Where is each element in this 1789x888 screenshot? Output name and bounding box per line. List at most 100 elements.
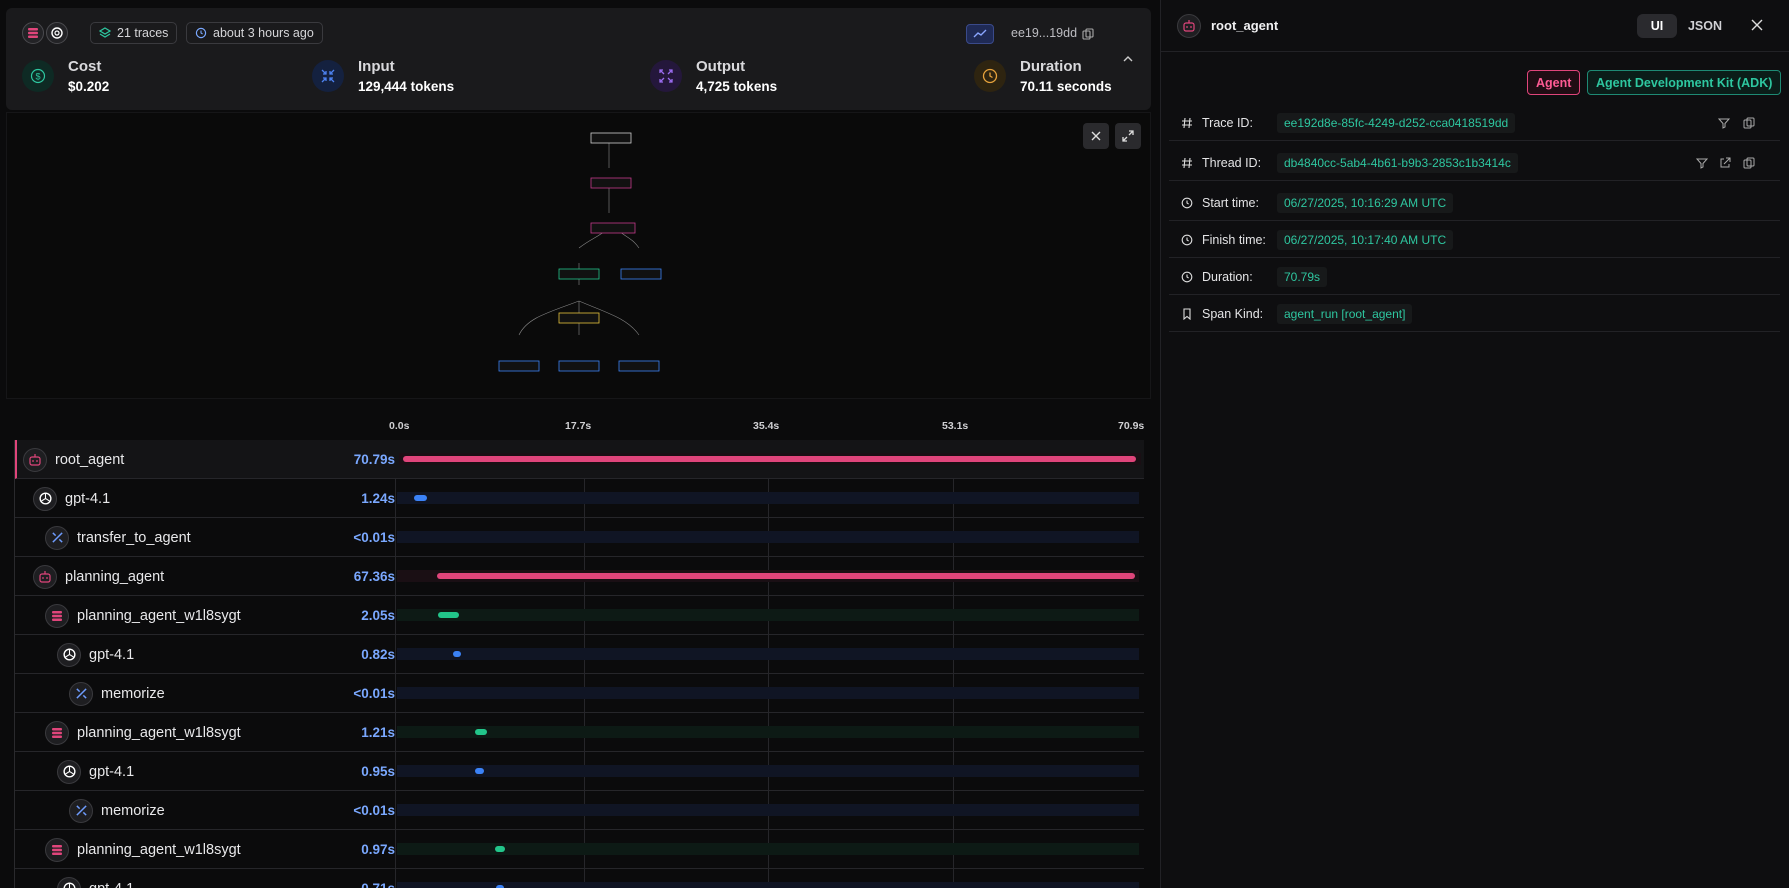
attribute-value[interactable]: agent_run [root_agent] bbox=[1277, 304, 1413, 324]
span-track bbox=[397, 531, 1139, 543]
span-duration: <0.01s bbox=[353, 530, 395, 545]
attribute-value[interactable]: 70.79s bbox=[1277, 267, 1328, 287]
attribute-row: Duration: 70.79s bbox=[1169, 258, 1780, 295]
expand-graph-button[interactable] bbox=[1115, 123, 1141, 149]
copy-trace-id-icon[interactable] bbox=[1082, 27, 1096, 41]
span-row[interactable]: root_agent 70.79s bbox=[15, 440, 1144, 479]
attribute-key-label: Span Kind: bbox=[1202, 306, 1264, 321]
attribute-value[interactable]: ee192d8e-85fc-4249-d252-cca0418519dd bbox=[1277, 113, 1516, 133]
flow-graph-canvas bbox=[498, 132, 662, 372]
tick-label: 35.4s bbox=[753, 420, 780, 432]
duration-unit: seconds bbox=[1056, 79, 1112, 94]
span-name: transfer_to_agent bbox=[77, 529, 191, 546]
span-row[interactable]: gpt-4.1 1.24s bbox=[15, 479, 1144, 518]
span-track bbox=[397, 843, 1139, 855]
span-name-cell: planning_agent_w1l8sygt bbox=[45, 596, 241, 635]
attribute-key-label: Thread ID: bbox=[1202, 155, 1262, 170]
filter-icon[interactable] bbox=[1716, 115, 1732, 131]
span-duration: <0.01s bbox=[353, 803, 395, 818]
span-name-cell: gpt-4.1 bbox=[33, 479, 110, 518]
close-panel-button[interactable] bbox=[1751, 18, 1767, 34]
openai-logo-icon bbox=[46, 22, 68, 44]
filter-icon[interactable] bbox=[1694, 155, 1710, 171]
dollar-icon: $ bbox=[22, 60, 54, 92]
bookmark-icon bbox=[1181, 307, 1193, 320]
output-unit: tokens bbox=[733, 79, 778, 94]
open-link-icon[interactable] bbox=[1717, 155, 1733, 171]
tick-label: 17.7s bbox=[565, 420, 592, 432]
span-name: gpt-4.1 bbox=[89, 763, 135, 780]
framework-badge: Agent Development Kit (ADK) bbox=[1587, 70, 1782, 95]
span-bar[interactable] bbox=[495, 846, 506, 852]
output-value: 4,725 bbox=[696, 79, 730, 94]
agent-icon bbox=[1177, 14, 1201, 38]
input-label: Input bbox=[358, 58, 395, 75]
input-value: 129,444 bbox=[358, 79, 407, 94]
span-name-cell: root_agent bbox=[23, 440, 124, 479]
span-row[interactable]: planning_agent 67.36s bbox=[15, 557, 1144, 596]
span-row[interactable]: memorize <0.01s bbox=[15, 791, 1144, 830]
trace-id-short: ee19...19dd bbox=[1011, 26, 1078, 40]
clock-icon bbox=[1181, 234, 1193, 246]
span-bar[interactable] bbox=[403, 456, 1136, 462]
span-bar[interactable] bbox=[474, 729, 488, 735]
span-bar[interactable] bbox=[474, 768, 485, 774]
hash-icon bbox=[1181, 157, 1193, 169]
span-title: root_agent bbox=[1211, 18, 1279, 33]
clock-icon bbox=[1181, 271, 1193, 283]
trace-summary-header: 21 traces about 3 hours ago ee19...19dd … bbox=[6, 8, 1151, 110]
trace-time-chip: about 3 hours ago bbox=[186, 22, 323, 44]
tool-icon bbox=[45, 525, 69, 550]
span-name-cell: gpt-4.1 bbox=[57, 869, 134, 888]
span-row[interactable]: gpt-4.1 0.95s bbox=[15, 752, 1144, 791]
span-track bbox=[397, 726, 1139, 738]
duration-value: 70.11 bbox=[1020, 79, 1054, 94]
span-name: memorize bbox=[101, 802, 165, 819]
span-bar[interactable] bbox=[452, 651, 462, 657]
span-detail-header: root_agent UI JSON bbox=[1161, 0, 1789, 52]
trace-flow-graph[interactable] bbox=[6, 112, 1151, 399]
cost-label: Cost bbox=[68, 58, 102, 75]
crewai-icon bbox=[45, 720, 69, 745]
span-row[interactable]: planning_agent_w1l8sygt 2.05s bbox=[15, 596, 1144, 635]
tick-label: 53.1s bbox=[942, 420, 969, 432]
span-row[interactable]: planning_agent_w1l8sygt 0.97s bbox=[15, 830, 1144, 869]
output-label: Output bbox=[696, 58, 746, 75]
span-row[interactable]: memorize <0.01s bbox=[15, 674, 1144, 713]
attribute-value[interactable]: 06/27/2025, 10:17:40 AM UTC bbox=[1277, 230, 1454, 250]
attribute-row: Trace ID: ee192d8e-85fc-4249-d252-cca0418… bbox=[1169, 104, 1780, 141]
span-bar[interactable] bbox=[437, 573, 1135, 579]
traces-count-chip[interactable]: 21 traces bbox=[90, 22, 178, 44]
attribute-value[interactable]: 06/27/2025, 10:16:29 AM UTC bbox=[1277, 193, 1454, 213]
collapse-header-chevron-icon[interactable] bbox=[1122, 52, 1138, 68]
span-row[interactable]: planning_agent_w1l8sygt 1.21s bbox=[15, 713, 1144, 752]
span-name: root_agent bbox=[55, 451, 125, 468]
attribute-value[interactable]: db4840cc-5ab4-4b61-b9b3-2853c1b3414c bbox=[1277, 153, 1518, 173]
clock-icon bbox=[1181, 197, 1193, 209]
clock-icon bbox=[195, 27, 207, 39]
trace-graph-toggle-button[interactable] bbox=[966, 24, 994, 44]
input-unit: tokens bbox=[410, 79, 455, 94]
trace-time-label: about 3 hours ago bbox=[213, 26, 314, 40]
span-name: planning_agent bbox=[65, 568, 165, 585]
tab-ui[interactable]: UI bbox=[1637, 14, 1677, 38]
span-duration: 2.05s bbox=[361, 608, 395, 623]
span-duration: 1.21s bbox=[361, 725, 395, 740]
copy-icon[interactable] bbox=[1741, 155, 1757, 171]
copy-icon[interactable] bbox=[1741, 115, 1757, 131]
attribute-key-label: Finish time: bbox=[1202, 232, 1266, 247]
span-track bbox=[397, 882, 1139, 888]
maximize-icon bbox=[1122, 130, 1134, 142]
span-row[interactable]: transfer_to_agent <0.01s bbox=[15, 518, 1144, 557]
tab-json[interactable]: JSON bbox=[1683, 14, 1727, 38]
output-metric: Output 4,725 tokens bbox=[650, 54, 777, 98]
span-row[interactable]: gpt-4.1 0.82s bbox=[15, 635, 1144, 674]
layers-icon bbox=[99, 27, 111, 38]
close-graph-button[interactable] bbox=[1083, 123, 1109, 149]
traces-count-label: 21 traces bbox=[117, 26, 169, 40]
span-name: memorize bbox=[101, 685, 165, 702]
span-name-cell: gpt-4.1 bbox=[57, 635, 134, 674]
span-bar[interactable] bbox=[438, 612, 460, 618]
span-bar[interactable] bbox=[414, 495, 428, 501]
span-row[interactable]: gpt-4.1 0.71s bbox=[15, 869, 1144, 888]
